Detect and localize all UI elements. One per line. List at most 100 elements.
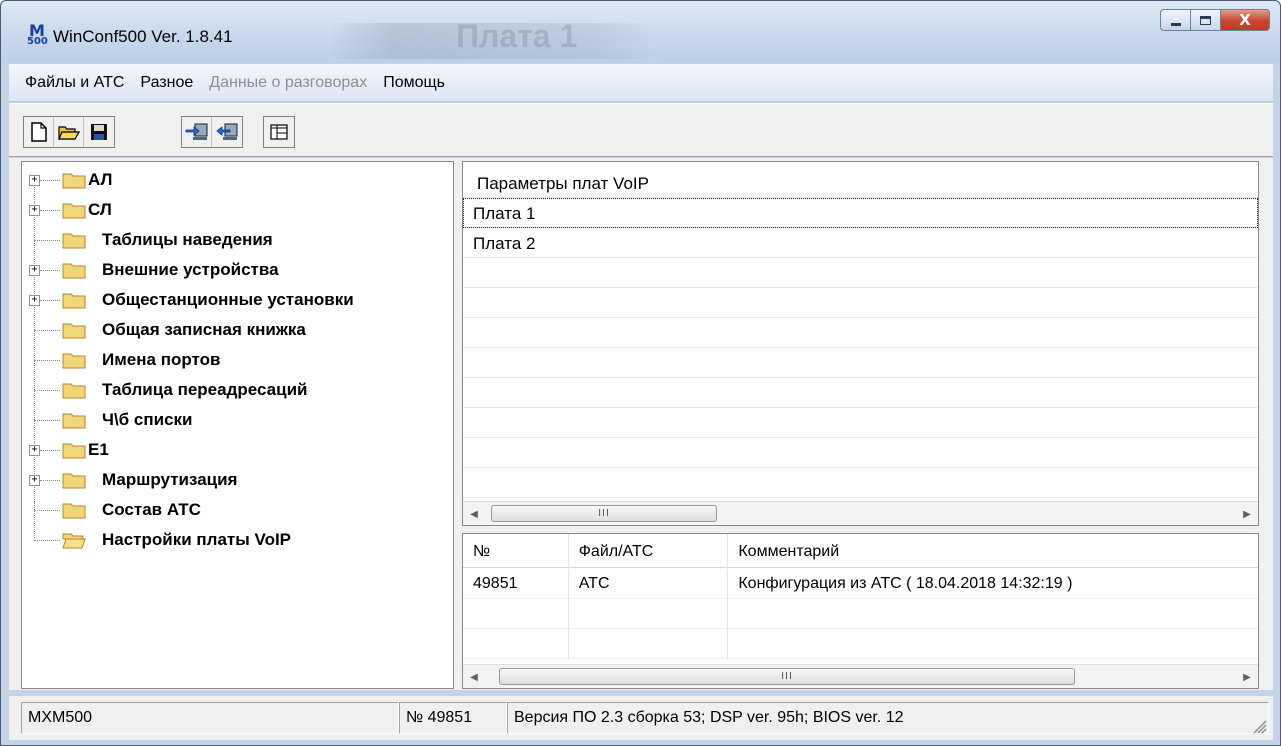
scroll-thumb[interactable]: III <box>499 668 1075 685</box>
scroll-thumb[interactable]: III <box>491 505 717 522</box>
empty-row <box>463 599 1258 629</box>
empty-cell <box>463 599 569 629</box>
tree-connector <box>34 389 60 391</box>
expand-icon[interactable]: + <box>29 444 40 456</box>
tree-connector <box>40 299 60 301</box>
config-list-panel: № Файл/АТС Комментарий 49851 АТС Конфигу… <box>462 533 1259 689</box>
save-button[interactable] <box>84 117 114 147</box>
tree-connector <box>34 539 60 541</box>
tree-connector <box>40 209 60 211</box>
menu-call-data[interactable]: Данные о разговорах <box>201 74 375 92</box>
scroll-right-icon[interactable]: ▶ <box>1239 506 1255 522</box>
empty-row <box>463 468 1258 498</box>
empty-cell <box>463 629 569 659</box>
tree-connector <box>40 179 60 181</box>
title-ghost-text: Плата 1 <box>456 18 578 54</box>
new-file-button[interactable] <box>24 117 54 147</box>
tree-connector <box>34 329 60 331</box>
voip-board-row[interactable]: Плата 2 <box>463 228 1258 258</box>
empty-row <box>463 258 1258 288</box>
tree-connector <box>34 359 60 361</box>
empty-row <box>463 629 1258 659</box>
minimize-icon <box>1170 22 1181 26</box>
folder-icon <box>62 203 86 219</box>
tree-connector <box>40 449 60 451</box>
menu-bar: Файлы и АТС Разное Данные о разговорах П… <box>9 64 1273 102</box>
config-tree[interactable]: + АЛ + СЛ Таблицы наведения + Внешние ус… <box>21 161 454 689</box>
expand-icon[interactable]: + <box>29 294 40 306</box>
tree-connector <box>34 239 60 241</box>
empty-row <box>463 318 1258 348</box>
folder-icon <box>62 383 86 399</box>
table-row[interactable]: 49851 АТС Конфигурация из АТС ( 18.04.20… <box>463 569 1258 599</box>
status-serial: № 49851 <box>399 702 507 734</box>
empty-row <box>463 288 1258 318</box>
folder-icon <box>62 173 86 189</box>
expand-icon[interactable]: + <box>29 474 40 486</box>
scroll-right-icon[interactable]: ▶ <box>1239 669 1255 685</box>
voip-boards-panel: Параметры плат VoIP Плата 1 Плата 2 ◀ II… <box>462 161 1259 526</box>
menu-help[interactable]: Помощь <box>375 74 453 92</box>
horizontal-splitter[interactable] <box>462 526 1259 533</box>
column-comment[interactable]: Комментарий <box>728 534 1258 568</box>
resize-grip-icon[interactable] <box>1251 718 1267 734</box>
horizontal-scrollbar[interactable]: ◀ III ▶ <box>463 501 1258 525</box>
expand-icon[interactable]: + <box>29 264 40 276</box>
folder-icon <box>62 413 86 429</box>
column-number[interactable]: № <box>463 534 569 568</box>
voip-board-row[interactable]: Плата 1 <box>463 198 1258 228</box>
folder-icon <box>62 293 86 309</box>
close-icon: X <box>1239 11 1251 29</box>
tree-guide-line <box>34 502 35 538</box>
folder-icon <box>62 353 86 369</box>
download-from-pbx-icon <box>216 123 238 140</box>
open-button[interactable] <box>54 117 84 147</box>
empty-cell <box>728 629 1258 659</box>
config-list-header: № Файл/АТС Комментарий <box>463 534 1258 568</box>
tree-connector <box>34 509 60 511</box>
menu-misc[interactable]: Разное <box>132 74 201 92</box>
maximize-button[interactable] <box>1190 9 1220 31</box>
expand-icon[interactable]: + <box>29 204 40 216</box>
tree-connector <box>40 479 60 481</box>
window-title: WinConf500 Ver. 1.8.41 <box>53 27 233 46</box>
close-button[interactable]: X <box>1220 9 1270 31</box>
status-version: Версия ПО 2.3 сборка 53; DSP ver. 95h; B… <box>507 702 1269 734</box>
upload-to-pbx-icon <box>185 123 207 140</box>
empty-row <box>463 378 1258 408</box>
split-view-button[interactable] <box>264 117 294 147</box>
folder-icon <box>62 263 86 279</box>
minimize-button[interactable] <box>1160 9 1190 31</box>
folder-icon <box>62 233 86 249</box>
empty-cell <box>728 599 1258 629</box>
folder-icon <box>62 473 86 489</box>
voip-panel-header: Параметры плат VoIP <box>463 162 1258 198</box>
status-model: MXM500 <box>21 702 399 734</box>
toolbar-file-group <box>23 116 115 148</box>
toolbar <box>9 103 1273 157</box>
maximize-icon <box>1200 15 1211 25</box>
empty-row <box>463 438 1258 468</box>
folder-icon <box>62 323 86 339</box>
scroll-left-icon[interactable]: ◀ <box>466 669 482 685</box>
title-bar[interactable]: M 500 WinConf500 Ver. 1.8.41 Плата 1 X <box>1 1 1280 63</box>
expand-icon[interactable]: + <box>29 174 40 186</box>
tree-connector <box>34 419 60 421</box>
upload-to-pbx-button[interactable] <box>182 117 212 147</box>
save-icon <box>91 124 107 140</box>
open-folder-icon <box>57 126 80 140</box>
column-source[interactable]: Файл/АТС <box>569 534 729 568</box>
split-view-icon <box>270 124 288 140</box>
window-controls: X <box>1160 9 1270 31</box>
empty-row <box>463 348 1258 378</box>
toolbar-transfer-group <box>181 116 243 148</box>
vertical-splitter[interactable] <box>454 161 462 689</box>
menu-files-pbx[interactable]: Файлы и АТС <box>17 74 132 92</box>
empty-cell <box>569 629 729 659</box>
download-from-pbx-button[interactable] <box>212 117 242 147</box>
scroll-left-icon[interactable]: ◀ <box>466 506 482 522</box>
horizontal-scrollbar[interactable]: ◀ III ▶ <box>463 664 1258 688</box>
cell-number: 49851 <box>463 569 569 599</box>
app-logo-icon: M 500 <box>27 21 48 47</box>
cell-comment: Конфигурация из АТС ( 18.04.2018 14:32:1… <box>738 575 1073 592</box>
